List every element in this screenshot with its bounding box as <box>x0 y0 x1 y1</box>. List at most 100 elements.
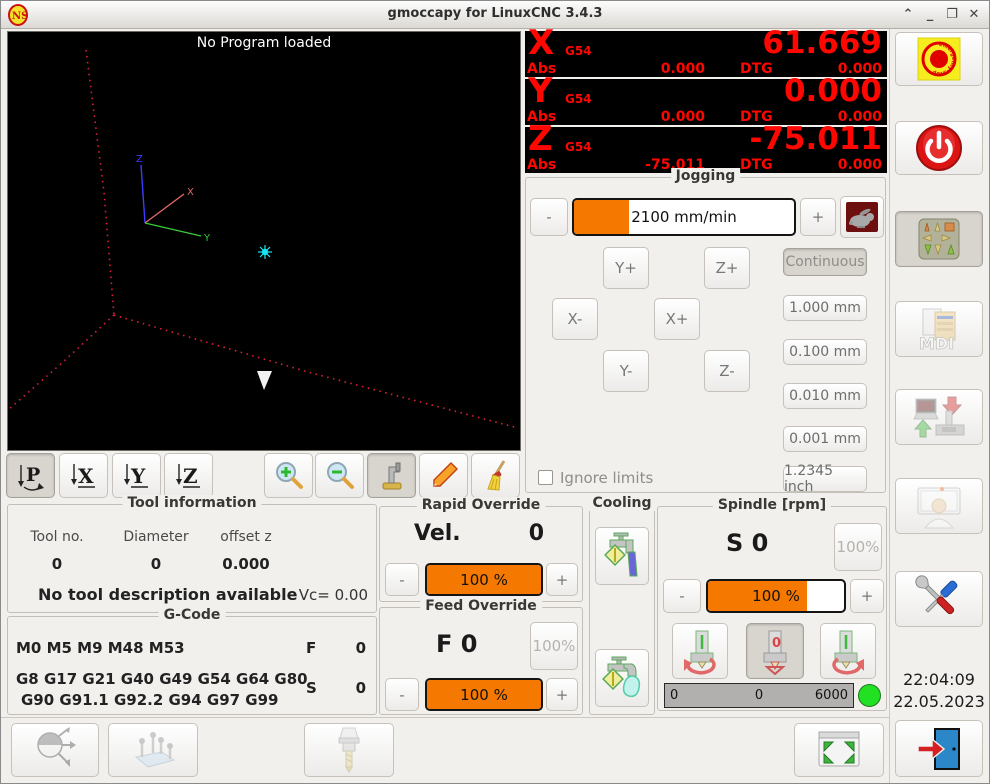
estop-button[interactable]: Emergency-Stop <box>895 32 983 86</box>
view-x-button[interactable]: X <box>59 453 108 498</box>
jog-y-plus-button[interactable]: Y+ <box>603 247 649 289</box>
tool-cone <box>257 371 272 390</box>
increment-001mm-button[interactable]: 0.010 mm <box>783 383 867 409</box>
exit-button[interactable] <box>895 720 983 777</box>
touch-off-button[interactable] <box>11 723 99 777</box>
tool-change-button[interactable] <box>304 723 394 777</box>
increment-continuous-button[interactable]: Continuous <box>783 248 867 276</box>
feed-minus-button[interactable]: - <box>385 678 419 711</box>
flood-coolant-button[interactable] <box>595 527 649 585</box>
spindle-stop-button[interactable]: 0 <box>746 623 804 679</box>
probe-plate-icon <box>128 727 178 773</box>
spindle-stop-icon: 0 <box>751 627 799 675</box>
view-perspective-button[interactable]: P <box>6 453 55 498</box>
jog-z-plus-button[interactable]: Z+ <box>704 247 750 289</box>
jog-speed-value: 2100 mm/min <box>574 208 794 226</box>
increment-1mm-button[interactable]: 1.000 mm <box>783 295 867 321</box>
axis-x-label: X <box>187 187 194 198</box>
svg-text:0: 0 <box>772 636 781 651</box>
settings-button[interactable] <box>895 571 983 627</box>
spindle-reset-button[interactable]: 100% <box>834 523 882 571</box>
feed-override-slider[interactable]: 100 % <box>425 678 543 711</box>
jogging-frame: Jogging - 2100 mm/min + Y+ Z+ X- X+ Y- Z… <box>525 177 886 493</box>
minimize-button[interactable]: _ <box>921 7 939 22</box>
spindle-at-speed-led <box>858 684 881 707</box>
feed-override-title: Feed Override <box>420 598 542 614</box>
draw-path-button[interactable] <box>419 453 468 498</box>
increment-01mm-button[interactable]: 0.100 mm <box>783 339 867 365</box>
zoom-out-button[interactable] <box>315 453 364 498</box>
tool-information-title: Tool information <box>122 495 261 511</box>
shade-button[interactable]: ⌃ <box>899 7 917 22</box>
zoom-in-button[interactable] <box>264 453 313 498</box>
tab-mdi-button[interactable]: MDI <box>895 301 983 357</box>
tab-jog-pad-button[interactable] <box>895 211 983 267</box>
feed-plus-button[interactable]: + <box>546 678 578 711</box>
vel-value: 0 <box>508 521 544 546</box>
spindle-s-label: S 0 <box>726 529 768 557</box>
jog-z-minus-button[interactable]: Z- <box>704 350 750 392</box>
dro-axis-z[interactable]: Z G54 -75.011 Abs -75.011 DTG 0.000 <box>525 127 887 173</box>
jog-x-plus-button[interactable]: X+ <box>654 298 700 340</box>
view-y-button[interactable]: Y <box>112 453 161 498</box>
jog-speed-slider[interactable]: 2100 mm/min <box>572 198 796 236</box>
rapid-override-slider[interactable]: 100 % <box>425 563 543 596</box>
dro-axis-y[interactable]: Y G54 0.000 Abs 0.000 DTG 0.000 <box>525 79 887 125</box>
ignore-limits-label: Ignore limits <box>560 469 653 487</box>
spindle-minus-button[interactable]: - <box>663 579 701 613</box>
spindle-plus-button[interactable]: + <box>850 579 884 613</box>
tab-file-to-machine-button[interactable] <box>895 389 983 445</box>
clock-time: 22:04:09 <box>887 669 990 691</box>
view-z-button[interactable]: Z <box>164 453 213 498</box>
fullscreen-icon <box>814 728 864 772</box>
dro-panel[interactable]: X G54 61.669 Abs 0.000 DTG 0.000 Y G54 0… <box>525 31 887 173</box>
pencil-icon <box>427 459 461 493</box>
dro-axis-x[interactable]: X G54 61.669 Abs 0.000 DTG 0.000 <box>525 31 887 77</box>
clear-plot-button[interactable] <box>471 453 520 498</box>
laptop-machine-icon <box>912 393 966 441</box>
block-height-button[interactable] <box>108 723 198 777</box>
spindle-cw-icon <box>824 627 872 675</box>
active-m-codes: M0 M5 M9 M48 M53 <box>16 639 185 657</box>
gmoccapy-window: NS gmoccapy for LinuxCNC 3.4.3 ⌃ _ ❐ ✕ N… <box>0 0 990 784</box>
bottom-divider <box>1 717 889 718</box>
tool-number-value: 0 <box>22 555 92 573</box>
view-dimensions-button[interactable] <box>367 453 416 498</box>
maximize-button[interactable]: ❐ <box>943 7 961 22</box>
feed-reset-button[interactable]: 100% <box>530 622 578 670</box>
jog-y-minus-button[interactable]: Y- <box>603 350 649 392</box>
rapid-plus-button[interactable]: + <box>546 563 578 596</box>
tab-user-button[interactable] <box>895 478 983 534</box>
jog-speed-minus-button[interactable]: - <box>530 198 568 236</box>
ignore-limits-checkbox[interactable] <box>538 470 553 485</box>
increment-0001mm-button[interactable]: 0.001 mm <box>783 426 867 452</box>
s-value: 0 <box>356 679 366 697</box>
estop-icon: Emergency-Stop <box>915 35 963 83</box>
tool-description: No tool description available <box>38 585 297 604</box>
spindle-ccw-icon <box>676 627 724 675</box>
spindle-override-slider[interactable]: 100 % <box>706 579 846 613</box>
increment-inch-button[interactable]: 1.2345 inch <box>783 466 867 492</box>
tool-diameter-value: 0 <box>116 555 196 573</box>
rapid-minus-button[interactable]: - <box>385 563 419 596</box>
fullscreen-button[interactable] <box>794 723 884 777</box>
svg-text:X: X <box>78 464 94 488</box>
feed-label: F 0 <box>436 630 477 658</box>
preview-scene: Z X Y <box>8 32 520 450</box>
exit-door-icon <box>914 725 964 773</box>
spindle-cw-button[interactable] <box>820 623 876 679</box>
cooling-frame: Cooling <box>589 504 655 715</box>
jog-x-minus-button[interactable]: X- <box>552 298 598 340</box>
spindle-frame: Spindle [rpm] S 0 100% - 100 % + 0 <box>657 506 887 711</box>
spindle-ccw-button[interactable] <box>672 623 728 679</box>
touch-off-icon <box>32 727 78 773</box>
tool-offset-z-value: 0.000 <box>208 555 284 573</box>
gremlin-preview[interactable]: No Program loaded Z X Y <box>7 31 521 451</box>
machine-on-button[interactable] <box>895 121 983 175</box>
feed-override-frame: Feed Override F 0 100% - 100 % + <box>379 607 583 715</box>
view-y-icon: Y <box>120 459 154 493</box>
jog-speed-plus-button[interactable]: + <box>800 198 836 236</box>
turtle-rabbit-toggle-button[interactable] <box>840 196 884 238</box>
mist-coolant-button[interactable] <box>595 649 649 707</box>
close-button[interactable]: ✕ <box>965 7 983 22</box>
